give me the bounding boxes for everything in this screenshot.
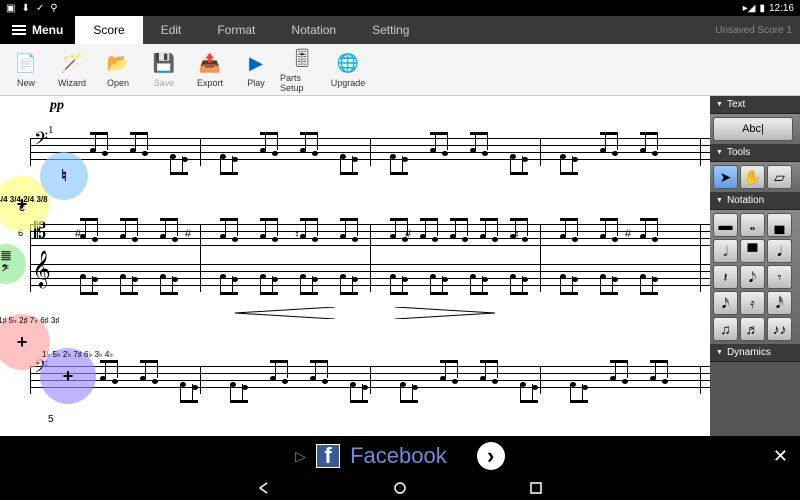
- document-title: Unsaved Score 1: [715, 25, 792, 36]
- adchoices-icon[interactable]: ▷: [295, 448, 306, 465]
- decrescendo-hairpin: [380, 306, 510, 318]
- new-button[interactable]: 📄New: [4, 46, 48, 94]
- rest-quarter[interactable]: 𝄽: [713, 265, 738, 289]
- note-half[interactable]: 𝅗𝅥: [713, 239, 738, 263]
- ad-close-button[interactable]: ✕: [773, 446, 788, 467]
- right-panel: Text Abc| Tools ➤ ✋ ▱ Notation ▬ 𝅝 ▄ 𝅗𝅥 …: [710, 96, 800, 436]
- text-tool-button[interactable]: Abc|: [713, 117, 793, 141]
- panel-dynamics-header[interactable]: Dynamics: [710, 344, 800, 362]
- check-icon: ✓: [36, 3, 44, 14]
- rest-whole[interactable]: ▄: [767, 213, 792, 237]
- back-button[interactable]: [256, 480, 272, 496]
- beam-two[interactable]: ♫: [713, 317, 738, 341]
- toolbar: 📄New 🪄Wizard 📂Open 💾Save 📤Export ▶Play 🎚…: [0, 44, 800, 96]
- android-status-bar: ▣ ⬇ ✓ ⚲ ▸◢ ▮ 12:16: [0, 0, 800, 16]
- menu-button[interactable]: Menu: [0, 16, 75, 44]
- wizard-icon: 🪄: [60, 52, 84, 76]
- hand-tool[interactable]: ✋: [740, 165, 765, 189]
- panel-tools-header[interactable]: Tools: [710, 144, 800, 162]
- crescendo-hairpin: [220, 306, 350, 318]
- bass-clef-icon: 𝄢: [34, 128, 48, 154]
- ad-text: Facebook: [350, 443, 447, 469]
- battery-icon: ▮: [759, 3, 765, 14]
- play-icon: ▶: [244, 52, 268, 76]
- beam-four[interactable]: ♬: [740, 317, 765, 341]
- download-icon: ⬇: [21, 3, 29, 14]
- panel-text-header[interactable]: Text: [710, 96, 800, 114]
- android-nav-bar: [0, 476, 800, 500]
- wizard-button[interactable]: 🪄Wizard: [50, 46, 94, 94]
- home-button[interactable]: [392, 480, 408, 496]
- score-canvas[interactable]: pp 1 𝄢 𝄡 𝄞 6 𝄢 5: [0, 96, 710, 436]
- rest-eighth[interactable]: 𝄾: [767, 265, 792, 289]
- note-eighth[interactable]: 𝅘𝅥𝅮: [740, 265, 765, 289]
- parts-icon: 🎚: [290, 47, 314, 71]
- dynamic-pp: pp: [50, 98, 64, 114]
- note-thirtysecond[interactable]: 𝅘𝅥𝅰: [767, 291, 792, 315]
- recents-button[interactable]: [528, 480, 544, 496]
- accidental-palette[interactable]: ♮: [40, 152, 88, 200]
- new-icon: 📄: [14, 52, 38, 76]
- menu-bar: Menu Score Edit Format Notation Setting …: [0, 16, 800, 44]
- note-sixteenth[interactable]: 𝅘𝅥𝅯: [713, 291, 738, 315]
- export-button[interactable]: 📤Export: [188, 46, 232, 94]
- eraser-tool[interactable]: ▱: [767, 165, 792, 189]
- tab-setting[interactable]: Setting: [354, 16, 427, 44]
- save-icon: 💾: [152, 52, 176, 76]
- wifi-icon: ▸◢: [743, 3, 756, 14]
- note-bar[interactable]: ▬: [713, 213, 738, 237]
- fingering: 1: [48, 124, 54, 136]
- tab-edit[interactable]: Edit: [143, 16, 200, 44]
- panel-notation-header[interactable]: Notation: [710, 192, 800, 210]
- upgrade-icon: 🌐: [336, 52, 360, 76]
- save-button[interactable]: 💾Save: [142, 46, 186, 94]
- note-quarter[interactable]: 𝅘𝅥: [767, 239, 792, 263]
- pin-icon: ⚲: [50, 3, 57, 14]
- play-button[interactable]: ▶Play: [234, 46, 278, 94]
- fingering-5: 5: [48, 414, 54, 425]
- ad-arrow-icon[interactable]: ›: [477, 442, 505, 470]
- tab-notation[interactable]: Notation: [273, 16, 354, 44]
- hamburger-icon: [12, 25, 26, 35]
- rest-sixteenth[interactable]: 𝄿: [740, 291, 765, 315]
- facebook-icon: f: [316, 444, 340, 468]
- clock: 12:16: [769, 3, 794, 14]
- open-button[interactable]: 📂Open: [96, 46, 140, 94]
- tab-format[interactable]: Format: [199, 16, 273, 44]
- rest-half[interactable]: ▀: [740, 239, 765, 263]
- treble-clef-icon: 𝄞: [32, 250, 51, 288]
- note-whole[interactable]: 𝅝: [740, 213, 765, 237]
- export-icon: 📤: [198, 52, 222, 76]
- parts-setup-button[interactable]: 🎚Parts Setup: [280, 46, 324, 94]
- tuplet[interactable]: ♪♪: [767, 317, 792, 341]
- upgrade-button[interactable]: 🌐Upgrade: [326, 46, 370, 94]
- tab-score[interactable]: Score: [75, 16, 142, 44]
- image-icon: ▣: [6, 3, 15, 14]
- clef-palette[interactable]: 𝄚𝄢: [0, 244, 26, 284]
- open-icon: 📂: [106, 52, 130, 76]
- ad-banner[interactable]: ▷ f Facebook › ✕: [0, 436, 800, 476]
- pointer-tool[interactable]: ➤: [713, 165, 738, 189]
